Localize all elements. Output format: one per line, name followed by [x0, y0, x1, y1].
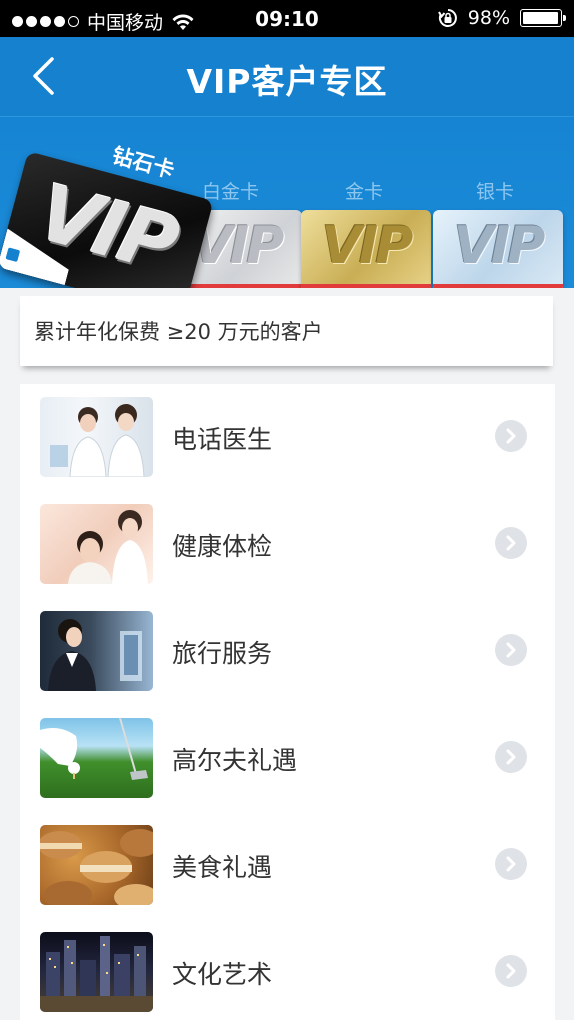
vip-card-banner: 白金卡 金卡 银卡 VIP VIP VIP VIP 钻石卡	[0, 116, 574, 288]
service-label: 健康体检	[172, 532, 273, 561]
silver-card-vip-text: VIP	[453, 216, 546, 276]
service-label: 高尔夫礼遇	[172, 746, 298, 775]
page-title: VIP客户专区	[186, 62, 388, 101]
service-label: 文化艺术	[172, 960, 273, 989]
service-health-checkup[interactable]: 健康体检	[20, 491, 555, 598]
silver-tier-label: 银卡	[476, 181, 515, 203]
gold-tier-label: 金卡	[345, 181, 384, 203]
service-label: 电话医生	[172, 425, 273, 454]
tier-criterion: 累计年化保费 ≥20 万元的客户	[20, 296, 553, 366]
silver-card[interactable]: VIP	[433, 210, 563, 288]
platinum-tier-label: 白金卡	[202, 181, 260, 203]
chevron-right-icon	[495, 955, 527, 987]
nav-bar: VIP客户专区	[0, 37, 574, 116]
chevron-right-icon	[495, 527, 527, 559]
rotation-lock-icon	[437, 9, 457, 27]
service-label: 旅行服务	[172, 639, 273, 668]
gold-card-vip-text: VIP	[321, 216, 414, 276]
vip-services-list: 电话医生 健康体检 旅行服务 高尔夫礼遇 美食礼遇 文化艺术	[20, 384, 555, 1020]
travel-service-photo	[40, 611, 153, 691]
chevron-right-icon	[495, 741, 527, 773]
macaron-photo	[40, 825, 153, 905]
golf-photo	[40, 718, 153, 798]
service-travel[interactable]: 旅行服务	[20, 598, 555, 705]
chevron-right-icon	[495, 420, 527, 452]
service-golf[interactable]: 高尔夫礼遇	[20, 705, 555, 812]
status-bar: 中国移动 09:10 98%	[0, 0, 574, 37]
criterion-text: 累计年化保费 ≥20 万元的客户	[34, 320, 323, 344]
chevron-right-icon	[495, 634, 527, 666]
diamond-card[interactable]: VIP	[0, 151, 214, 288]
service-culture-arts[interactable]: 文化艺术	[20, 919, 555, 1020]
status-right: 98%	[437, 7, 566, 29]
battery-icon	[520, 9, 566, 27]
city-night-photo	[40, 932, 153, 1012]
battery-level	[523, 12, 559, 24]
chevron-right-icon	[495, 848, 527, 880]
health-check-photo	[40, 504, 153, 584]
service-dining[interactable]: 美食礼遇	[20, 812, 555, 919]
service-label: 美食礼遇	[172, 853, 273, 882]
gold-card[interactable]: VIP	[301, 210, 431, 288]
service-phone-doctor[interactable]: 电话医生	[20, 384, 555, 491]
battery-percent: 98%	[467, 7, 510, 29]
doctor-photo	[40, 397, 153, 477]
